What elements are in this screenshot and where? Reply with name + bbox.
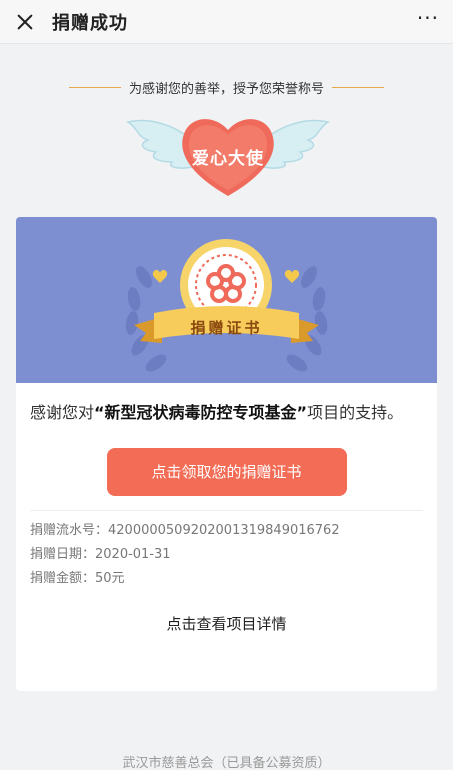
- certificate-banner: 捐赠证书: [16, 217, 437, 383]
- amount-label: 捐赠金额：: [30, 571, 96, 586]
- divider-left: [68, 87, 121, 88]
- footer-organization: 武汉市慈善总会（已具备公募资质）: [122, 756, 331, 770]
- serial-label: 捐赠流水号：: [30, 523, 109, 538]
- amount-value: 50元: [95, 571, 125, 586]
- honor-caption-text: 为感谢您的善举，授予您荣誉称号: [128, 82, 324, 97]
- certificate-ribbon-label: 捐赠证书: [190, 319, 263, 337]
- serial-row: 捐赠流水号：420000050920200131984901676​2: [30, 519, 423, 543]
- close-icon[interactable]: [14, 11, 36, 33]
- thanks-suffix: 项目的支持。: [307, 403, 404, 422]
- more-menu-button[interactable]: ···: [417, 8, 439, 36]
- date-label: 捐赠日期：: [30, 547, 96, 562]
- top-bar: 捐赠成功 ···: [0, 0, 453, 44]
- certificate-emblem-icon: [125, 239, 328, 372]
- claim-certificate-button[interactable]: 点击领取您的捐赠证书: [106, 448, 347, 496]
- honor-caption: 为感谢您的善举，授予您荣誉称号: [0, 78, 453, 97]
- donation-info: 捐赠流水号：420000050920200131984901676​2 捐赠日期…: [16, 511, 437, 591]
- fund-name: “新型冠状病毒防控专项基金”: [94, 403, 308, 422]
- honor-badge: 爱心大使: [126, 110, 330, 198]
- thanks-prefix: 感谢您对: [30, 403, 95, 422]
- divider-right: [332, 87, 384, 88]
- date-row: 捐赠日期：2020-01-31: [30, 543, 423, 567]
- thanks-message: 感谢您对“新型冠状病毒防控专项基金”项目的支持。: [16, 383, 437, 428]
- project-detail-link[interactable]: 点击查看项目详情: [16, 613, 437, 634]
- donation-card: 捐赠证书 感谢您对“新型冠状病毒防控专项基金”项目的支持。 点击领取您的捐赠证书…: [16, 217, 437, 691]
- serial-value: 420000050920200131984901676​2: [108, 523, 340, 538]
- page-title: 捐赠成功: [52, 12, 128, 34]
- amount-row: 捐赠金额：50元: [30, 567, 423, 591]
- date-value: 2020-01-31: [95, 547, 171, 562]
- honor-title: 爱心大使: [192, 149, 264, 169]
